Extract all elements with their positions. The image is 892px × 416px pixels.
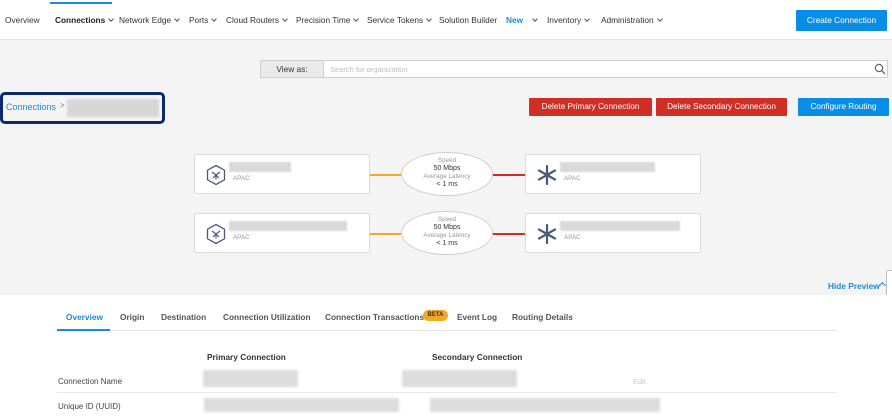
secondary-a-side-node[interactable]: APAC	[194, 213, 370, 253]
primary-a-side-node[interactable]: APAC	[194, 154, 370, 194]
nav-item-new[interactable]: New	[506, 14, 538, 26]
secondary-z-side-node[interactable]: APAC	[525, 213, 701, 253]
speed-value: 50 Mbps	[433, 165, 461, 172]
edit-connection-name-link[interactable]: Edit	[633, 377, 646, 386]
top-navigation: Overview Connections Network Edge Ports …	[0, 0, 892, 40]
organization-search-input[interactable]	[323, 60, 888, 78]
latency-label: Average Latency	[423, 232, 471, 239]
search-icon[interactable]	[874, 63, 886, 75]
uuid-label: Unique ID (UUID)	[58, 402, 121, 411]
nav-label: Overview	[5, 15, 40, 25]
delete-secondary-connection-button[interactable]: Delete Secondary Connection	[656, 98, 787, 116]
connection-details-panel: Overview Origin Destination Connection U…	[0, 295, 892, 416]
secondary-speed-badge: Speed 50 Mbps Average Latency < 1 ms	[401, 211, 493, 255]
node-name-redacted	[560, 162, 655, 172]
chevron-down-icon	[426, 16, 432, 22]
nav-item-inventory[interactable]: Inventory	[547, 14, 590, 26]
primary-speed-badge: Speed 50 Mbps Average Latency < 1 ms	[401, 152, 493, 196]
node-name-redacted	[229, 162, 291, 172]
cloud-service-asterisk-icon	[537, 223, 557, 245]
chevron-down-icon	[211, 16, 218, 22]
port-hexagon-icon	[206, 164, 226, 186]
port-hexagon-icon	[206, 223, 226, 245]
nav-label: Connections	[55, 15, 106, 25]
node-region: APAC	[564, 175, 581, 182]
nav-item-ports[interactable]: Ports	[189, 14, 218, 26]
secondary-connection-name-redacted	[402, 370, 517, 387]
nav-label: Administration	[601, 15, 654, 25]
primary-z-side-node[interactable]: APAC	[525, 154, 701, 194]
tab-routing-details[interactable]: Routing Details	[512, 312, 573, 322]
create-connection-button[interactable]: Create Connection	[796, 10, 887, 31]
nav-active-indicator	[50, 2, 112, 4]
nav-item-service-tokens[interactable]: Service Tokens	[367, 14, 432, 26]
nav-label: New	[506, 15, 524, 25]
chevron-down-icon	[532, 16, 538, 22]
primary-uuid-redacted	[204, 398, 399, 412]
tab-connection-utilization[interactable]: Connection Utilization	[223, 312, 311, 322]
connection-diagram: APAC Speed 50 Mbps Average Latency < 1 m…	[0, 125, 892, 295]
view-as-label: View as:	[260, 60, 324, 78]
z-side-link-line	[492, 233, 526, 235]
node-name-redacted	[229, 221, 347, 231]
tab-destination[interactable]: Destination	[161, 312, 206, 322]
nav-item-network-edge[interactable]: Network Edge	[119, 14, 180, 26]
cloud-service-asterisk-icon	[537, 164, 557, 186]
chevron-down-icon	[108, 16, 115, 22]
row-divider	[57, 392, 837, 393]
speed-label: Speed	[437, 216, 457, 223]
breadcrumb-separator: >	[60, 101, 65, 110]
a-side-link-line	[369, 174, 403, 176]
nav-label: Inventory	[547, 15, 582, 25]
delete-primary-connection-button[interactable]: Delete Primary Connection	[529, 98, 652, 116]
speed-label: Speed	[437, 157, 457, 164]
configure-routing-button[interactable]: Configure Routing	[798, 98, 889, 116]
tabs-divider	[57, 330, 837, 331]
primary-connection-name-redacted	[203, 370, 298, 387]
nav-item-overview[interactable]: Overview	[5, 14, 40, 26]
breadcrumb-connections-link[interactable]: Connections	[6, 102, 56, 112]
z-side-link-line	[492, 174, 526, 176]
nav-item-precision-time[interactable]: Precision Time	[296, 14, 360, 26]
breadcrumb-current-redacted	[67, 99, 159, 117]
node-region: APAC	[233, 175, 250, 182]
nav-label: Network Edge	[119, 15, 172, 25]
tab-connection-transactions[interactable]: Connection Transactions	[325, 312, 424, 322]
nav-label: Service Tokens	[367, 15, 424, 25]
active-tab-indicator	[57, 329, 110, 331]
a-side-link-line	[369, 233, 403, 235]
beta-badge: BETA	[423, 310, 448, 321]
node-name-redacted	[560, 221, 680, 231]
nav-label: Solution Builder	[439, 15, 498, 25]
secondary-uuid-redacted	[430, 398, 660, 412]
chevron-down-icon	[174, 16, 180, 22]
speed-value: 50 Mbps	[433, 224, 461, 231]
latency-value: < 1 ms	[436, 181, 458, 188]
tab-origin[interactable]: Origin	[120, 312, 144, 322]
nav-item-connections[interactable]: Connections	[55, 14, 115, 26]
tab-event-log[interactable]: Event Log	[457, 312, 497, 322]
latency-value: < 1 ms	[436, 240, 458, 247]
nav-label: Ports	[189, 15, 209, 25]
node-region: APAC	[233, 234, 250, 241]
secondary-connection-header: Secondary Connection	[432, 352, 523, 362]
hide-preview-link[interactable]: Hide Preview	[828, 281, 880, 291]
chevron-down-icon	[656, 16, 663, 22]
connection-name-label: Connection Name	[58, 377, 123, 386]
nav-item-cloud-routers[interactable]: Cloud Routers	[226, 14, 288, 26]
tab-overview[interactable]: Overview	[66, 312, 103, 322]
chevron-down-icon	[353, 16, 360, 22]
nav-item-solution-builder[interactable]: Solution Builder	[439, 14, 497, 26]
primary-connection-header: Primary Connection	[207, 352, 286, 362]
nav-label: Cloud Routers	[226, 15, 280, 25]
nav-item-administration[interactable]: Administration	[601, 14, 663, 26]
nav-label: Precision Time	[296, 15, 351, 25]
chevron-down-icon	[584, 16, 590, 22]
node-region: APAC	[564, 234, 581, 241]
latency-label: Average Latency	[423, 173, 471, 180]
chevron-down-icon	[282, 16, 288, 22]
